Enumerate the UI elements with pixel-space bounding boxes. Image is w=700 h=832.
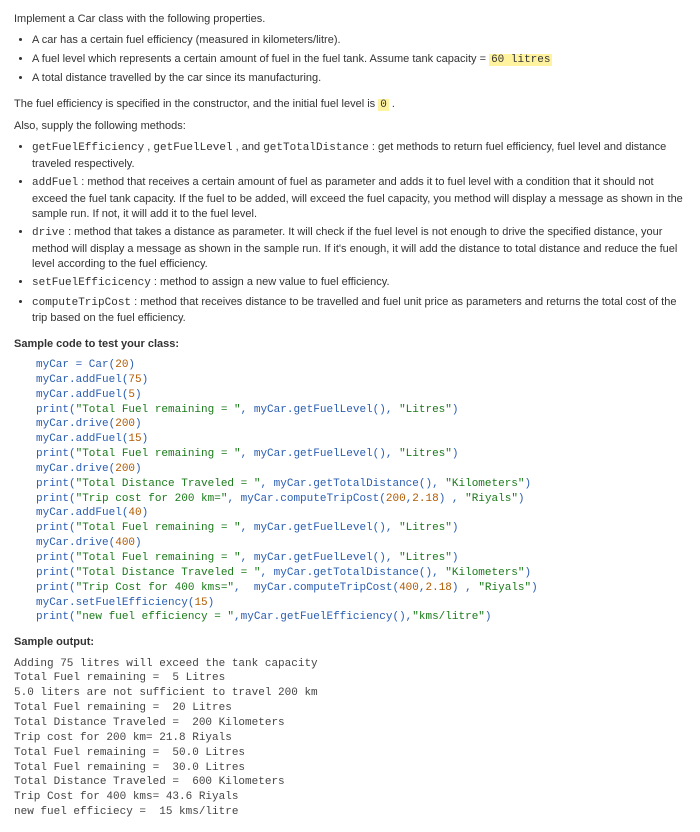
properties-list: A car has a certain fuel efficiency (mea… — [32, 33, 686, 86]
sample-output-block: Adding 75 litres will exceed the tank ca… — [14, 657, 686, 820]
method-name: computeTripCost — [32, 297, 131, 309]
sample-code-block: myCar = Car(20) myCar.addFuel(75) myCar.… — [36, 358, 686, 625]
list-item: setFuelEfficicency : method to assign a … — [32, 275, 686, 291]
constructor-note: The fuel efficiency is specified in the … — [14, 97, 686, 113]
list-item: drive : method that takes a distance as … — [32, 225, 686, 272]
intro-text: Implement a Car class with the following… — [14, 12, 686, 27]
list-item: A car has a certain fuel efficiency (mea… — [32, 33, 686, 48]
highlight-zero: 0 — [378, 99, 389, 111]
list-item: getFuelEfficiency , getFuelLevel , and g… — [32, 140, 686, 172]
method-name: getFuelEfficiency — [32, 142, 144, 154]
methods-intro: Also, supply the following methods: — [14, 119, 686, 134]
list-item: addFuel : method that receives a certain… — [32, 175, 686, 222]
method-name: addFuel — [32, 177, 78, 189]
method-name: drive — [32, 227, 65, 239]
method-name: getTotalDistance — [263, 142, 369, 154]
sample-output-label: Sample output: — [14, 635, 686, 650]
method-name: setFuelEfficicency — [32, 277, 151, 289]
list-item: computeTripCost : method that receives d… — [32, 295, 686, 327]
sample-code-label: Sample code to test your class: — [14, 337, 686, 352]
list-item: A total distance travelled by the car si… — [32, 71, 686, 86]
highlight-value: 60 litres — [489, 54, 552, 66]
list-item: A fuel level which represents a certain … — [32, 52, 686, 68]
method-name: getFuelLevel — [153, 142, 232, 154]
methods-list: getFuelEfficiency , getFuelLevel , and g… — [32, 140, 686, 326]
